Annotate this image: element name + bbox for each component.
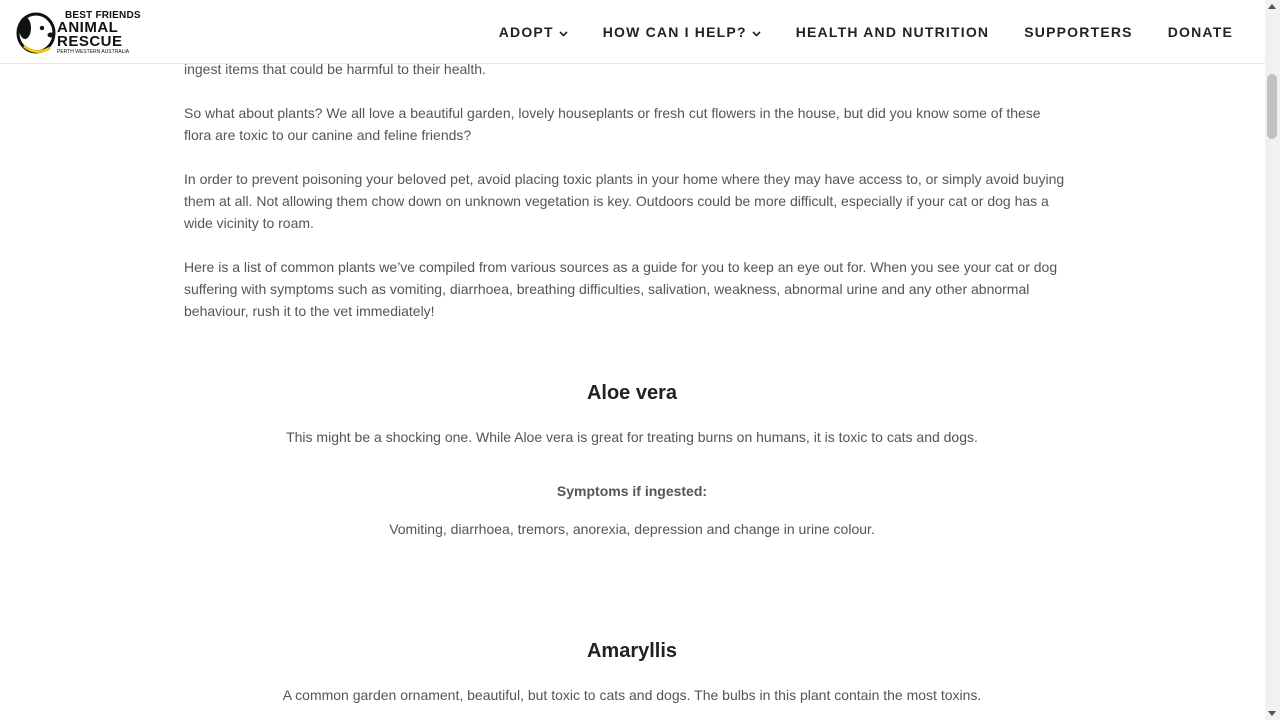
scroll-down-arrow-icon[interactable] <box>1268 711 1276 716</box>
paragraph-line: Here is a list of common plants we’ve co… <box>184 259 1058 275</box>
article-paragraph: So what about plants? We all love a beau… <box>184 102 1080 146</box>
article-paragraph: In order to prevent poisoning your belov… <box>184 168 1080 234</box>
plant-title-aloe-vera: Aloe vera <box>586 382 678 404</box>
page-scrollbar[interactable] <box>1265 0 1280 720</box>
paragraph-line: suffering with symptoms such as vomiting… <box>184 281 1030 297</box>
plant-title-amaryllis: Amaryllis <box>586 640 678 662</box>
main-nav: ADOPT HOW CAN I HELP? HEALTH AND NUTRITI… <box>464 0 1233 63</box>
paragraph-line: them at all. Not allowing them chow down… <box>184 193 1049 209</box>
nav-item-supporters[interactable]: SUPPORTERS <box>1024 24 1132 40</box>
paragraph-line: flora are toxic to our canine and feline… <box>184 127 472 143</box>
plant-description: A common garden ornament, beautiful, but… <box>282 687 982 703</box>
logo-text-line3: RESCUE <box>57 33 123 50</box>
nav-item-health-and-nutrition[interactable]: HEALTH AND NUTRITION <box>796 24 990 40</box>
nav-item-label: DONATE <box>1167 23 1233 40</box>
scroll-up-arrow-icon[interactable] <box>1268 4 1276 9</box>
nav-item-adopt[interactable]: ADOPT <box>499 24 568 40</box>
logo-text-line4: PERTH WESTERN AUSTRALIA <box>57 49 130 55</box>
plant-description: This might be a shocking one. While Aloe… <box>286 429 978 445</box>
chevron-down-icon <box>559 24 568 40</box>
scrollbar-thumb[interactable] <box>1267 74 1277 139</box>
nav-item-label: HOW CAN I HELP? <box>602 23 747 40</box>
symptoms-label: Symptoms if ingested: <box>556 483 708 499</box>
plant-symptoms: Vomiting, diarrhoea, tremors, anorexia, … <box>389 521 875 537</box>
chevron-down-icon <box>752 24 761 40</box>
site-header: BEST FRIENDS ANIMAL RESCUE PERTH WESTERN… <box>0 0 1265 64</box>
nav-item-label: SUPPORTERS <box>1024 23 1133 40</box>
paragraph-line: behaviour, rush it to the vet immediatel… <box>184 303 435 319</box>
nav-item-label: ADOPT <box>498 23 554 40</box>
paragraph-line: wide vicinity to roam. <box>184 215 314 231</box>
article-paragraph: Here is a list of common plants we’ve co… <box>184 256 1080 322</box>
nav-item-label: HEALTH AND NUTRITION <box>795 23 990 40</box>
paragraph-line: So what about plants? We all love a beau… <box>184 105 1041 121</box>
site-logo[interactable]: BEST FRIENDS ANIMAL RESCUE PERTH WESTERN… <box>15 8 145 56</box>
nav-item-donate[interactable]: DONATE <box>1168 24 1233 40</box>
paragraph-line: In order to prevent poisoning your belov… <box>184 171 1065 187</box>
nav-item-how-can-i-help[interactable]: HOW CAN I HELP? <box>603 24 761 40</box>
